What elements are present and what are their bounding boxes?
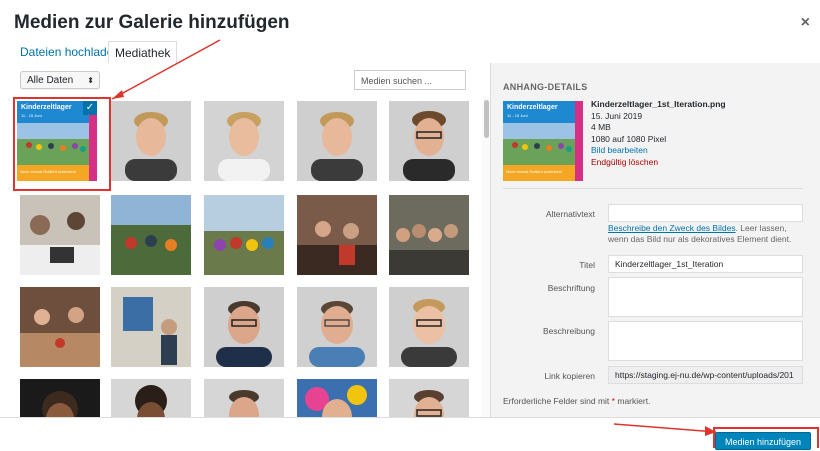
title-label: Titel <box>579 260 595 270</box>
modal-footer: Medien hinzufügen <box>0 417 820 450</box>
required-star: * <box>611 396 615 406</box>
media-thumb[interactable] <box>389 287 469 367</box>
close-icon[interactable]: × <box>801 14 810 32</box>
thumb-banner: Noch einmal Rotlicht schenken! <box>20 169 77 174</box>
description-label: Beschreibung <box>543 326 595 336</box>
media-thumb[interactable] <box>297 195 377 275</box>
attachment-filename: Kinderzeltlager_1st_Iteration.png <box>591 99 726 109</box>
media-thumb[interactable] <box>20 287 100 367</box>
caption-field[interactable] <box>608 277 803 317</box>
select-caret-icon: ⬍ <box>87 76 94 85</box>
alt-text-field[interactable] <box>608 204 803 222</box>
required-end: markiert. <box>617 396 651 406</box>
media-thumb[interactable] <box>204 195 284 275</box>
media-thumb[interactable] <box>111 287 191 367</box>
media-thumb[interactable] <box>297 287 377 367</box>
media-thumb-selected[interactable]: Kinderzeltlager 11 - 15 Juni Noch einmal… <box>17 101 97 181</box>
required-fields-note: Erforderliche Felder sind mit * markiert… <box>503 396 650 406</box>
copy-link-label: Link kopieren <box>544 371 595 381</box>
modal-title: Medien zur Galerie hinzufügen <box>14 12 290 33</box>
media-thumb[interactable] <box>111 101 191 181</box>
delete-permanently-link[interactable]: Endgültig löschen <box>591 157 726 169</box>
thumb-subtitle: 11 - 15 Juni <box>21 113 42 118</box>
caption-label: Beschriftung <box>547 283 595 293</box>
attachment-date: 15. Juni 2019 <box>591 110 643 121</box>
media-search-input[interactable]: Medien suchen ... <box>354 70 466 90</box>
alt-text-hint-link[interactable]: Beschreibe den Zweck des Bildes <box>608 223 736 233</box>
tab-media-library[interactable]: Mediathek <box>108 41 178 65</box>
alt-text-hint: Beschreibe den Zweck des Bildes. Leer la… <box>608 223 808 245</box>
scrollbar-thumb[interactable] <box>484 100 489 138</box>
media-thumb[interactable] <box>204 379 284 417</box>
details-thumbnail: Kinderzeltlager 11 - 15 Juni Noch einmal… <box>503 101 583 181</box>
alt-text-label: Alternativtext <box>545 209 595 219</box>
edit-image-link[interactable]: Bild bearbeiten <box>591 145 726 157</box>
attachment-meta: Kinderzeltlager_1st_Iteration.png 15. Ju… <box>591 99 726 168</box>
media-thumb[interactable] <box>297 379 377 417</box>
media-thumb[interactable] <box>111 195 191 275</box>
media-thumb[interactable] <box>297 101 377 181</box>
title-field[interactable]: Kinderzeltlager_1st_Iteration <box>608 255 803 273</box>
description-field[interactable] <box>608 321 803 361</box>
details-thumb-banner: Noch einmal Rotlicht schenken! <box>506 169 563 174</box>
media-thumb[interactable] <box>111 379 191 417</box>
details-heading: ANHANG-DETAILS <box>503 82 588 92</box>
media-grid: Kinderzeltlager 11 - 15 Juni Noch einmal… <box>0 97 490 417</box>
grid-scrollbar[interactable] <box>482 97 490 417</box>
attachment-details-panel: ANHANG-DETAILS Kinderzeltlager 11 - 15 J… <box>491 63 820 417</box>
media-thumb[interactable] <box>204 101 284 181</box>
media-thumb[interactable] <box>20 195 100 275</box>
media-thumb[interactable] <box>389 101 469 181</box>
date-filter-value: Alle Daten <box>27 75 74 86</box>
media-thumb[interactable] <box>20 379 100 417</box>
media-thumb[interactable] <box>204 287 284 367</box>
add-media-button[interactable]: Medien hinzufügen <box>715 432 811 450</box>
tab-bar: Dateien hochladen Mediathek <box>0 41 820 65</box>
copy-link-field[interactable]: https://staging.ej-nu.de/wp-content/uplo… <box>608 366 803 384</box>
media-thumb[interactable] <box>389 379 469 417</box>
required-text: Erforderliche Felder sind mit <box>503 396 610 406</box>
attachment-size: 4 MB <box>591 122 611 132</box>
details-thumb-title: Kinderzeltlager <box>507 104 558 111</box>
checkmark-icon[interactable]: ✓ <box>83 101 97 115</box>
attachment-dimensions: 1080 auf 1080 Pixel <box>591 133 667 144</box>
media-toolbar: Alle Daten ⬍ Medien suchen ... <box>0 63 490 97</box>
media-thumb[interactable] <box>389 195 469 275</box>
details-thumb-subtitle: 11 - 15 Juni <box>507 113 528 118</box>
thumb-title: Kinderzeltlager <box>21 104 72 111</box>
date-filter-select[interactable]: Alle Daten ⬍ <box>20 71 100 89</box>
details-divider <box>503 188 803 189</box>
